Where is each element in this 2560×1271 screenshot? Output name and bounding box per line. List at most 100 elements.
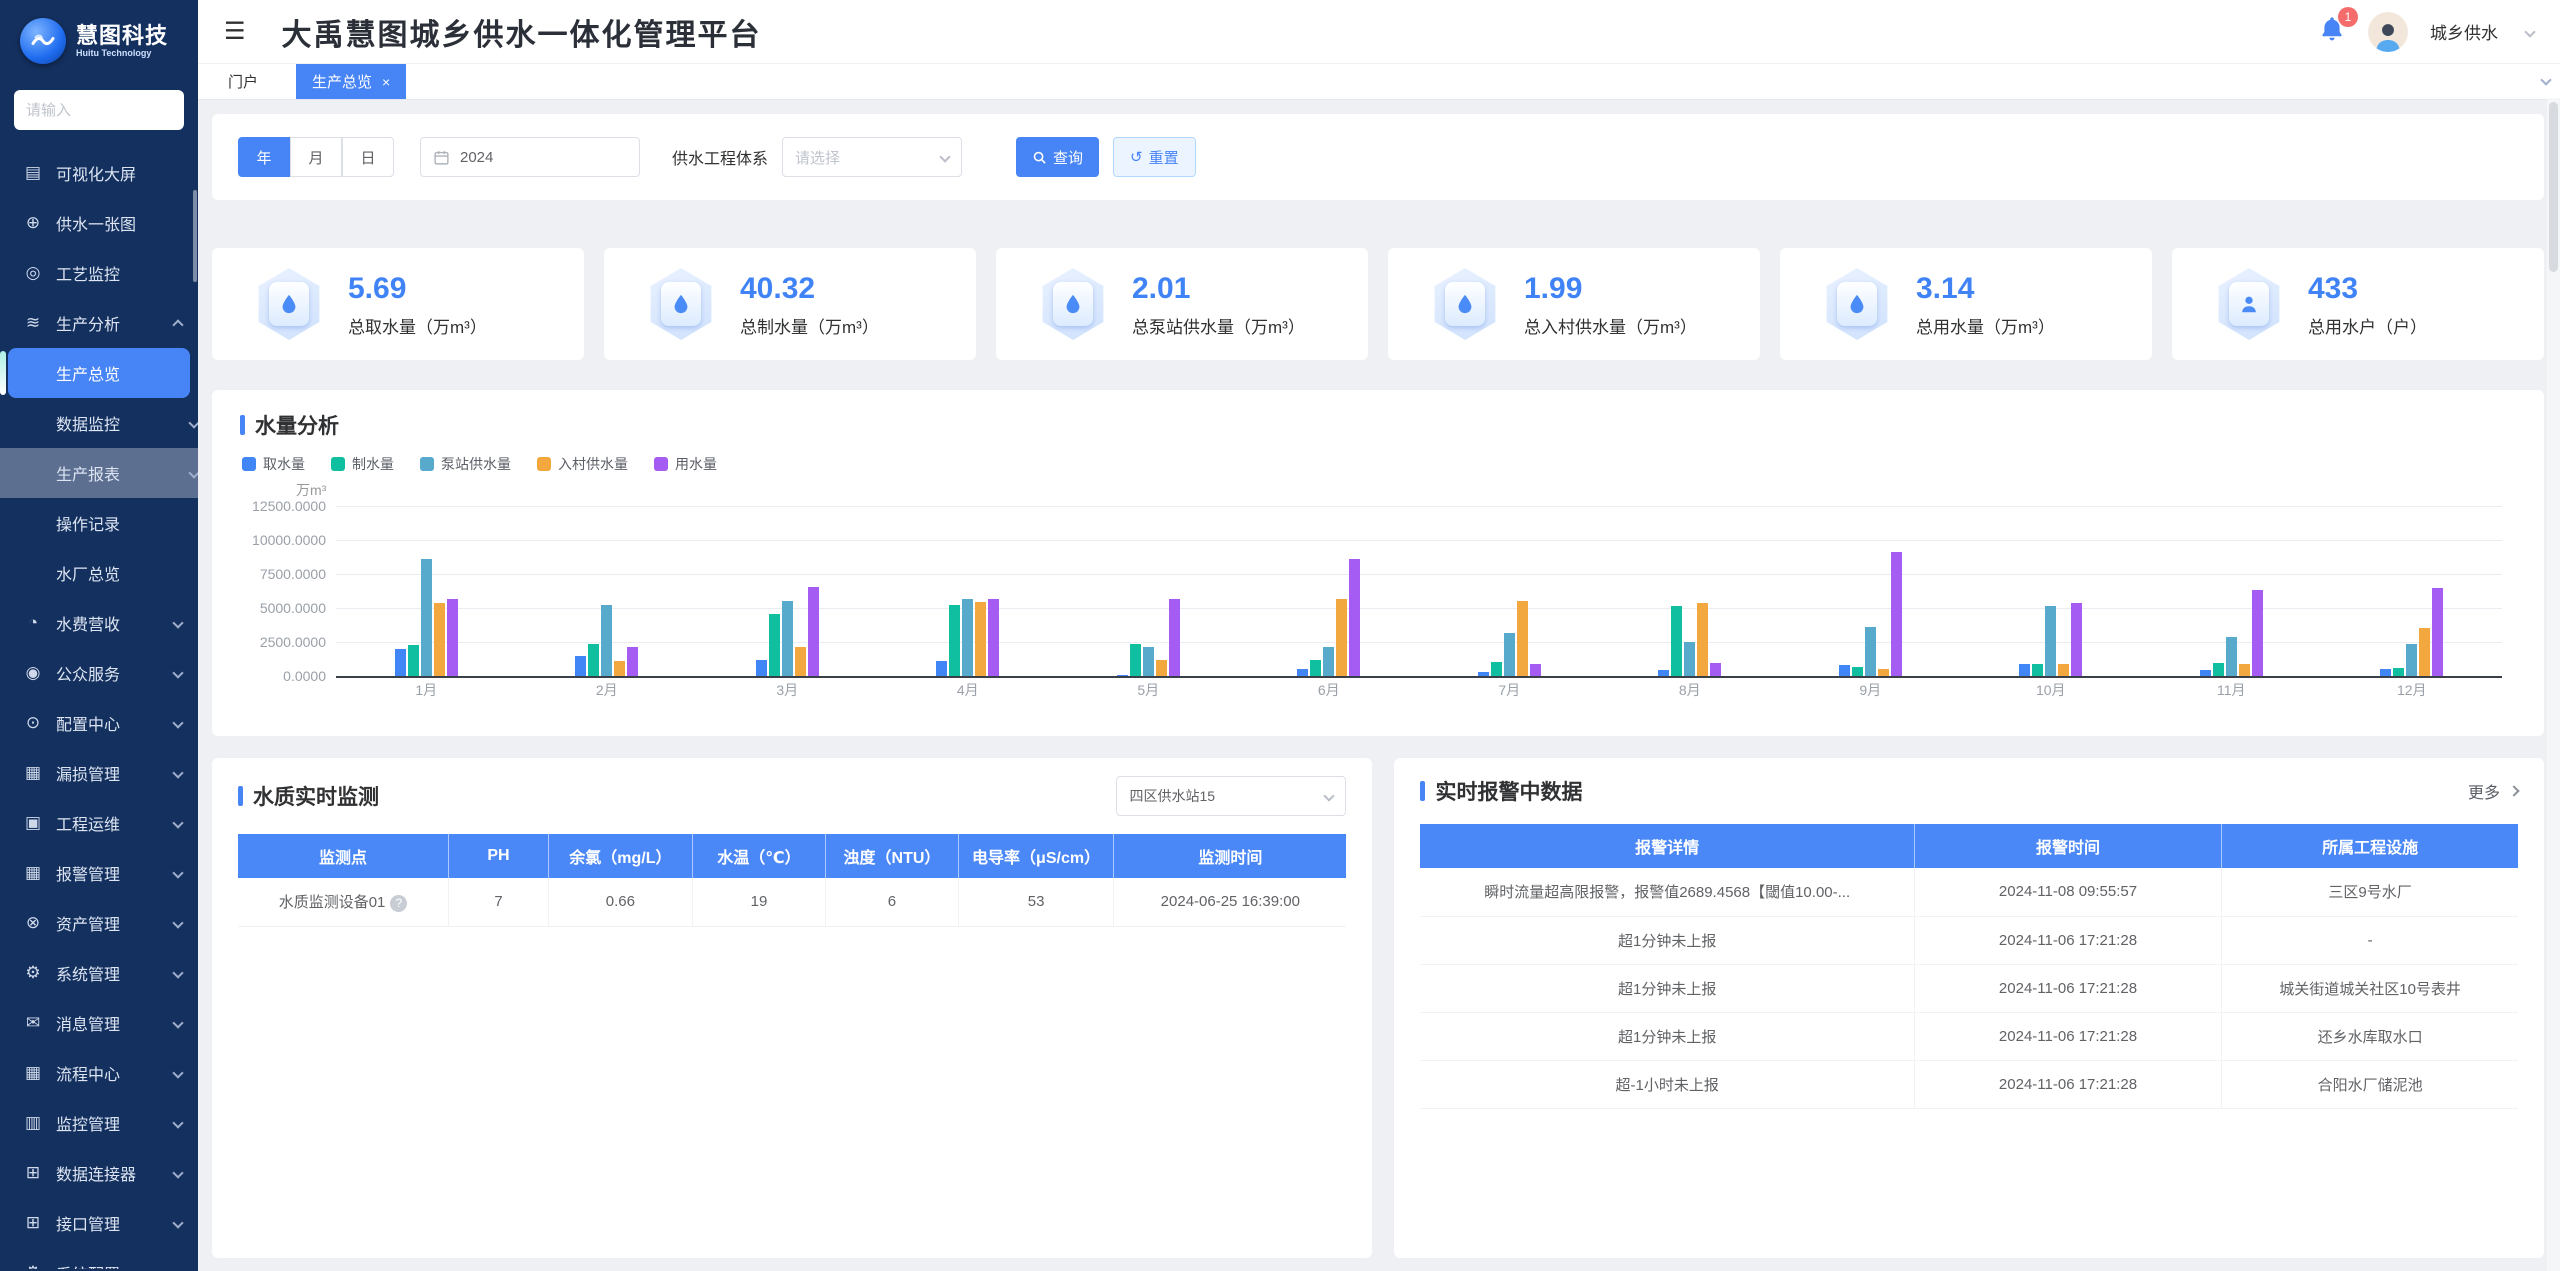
bar-泵站供水量[interactable] xyxy=(1865,627,1876,676)
bar-入村供水量[interactable] xyxy=(795,647,806,676)
bar-取水量[interactable] xyxy=(575,656,586,676)
bar-制水量[interactable] xyxy=(769,614,780,676)
bar-制水量[interactable] xyxy=(1130,644,1141,676)
sidebar-subitem-操作记录[interactable]: 操作记录 xyxy=(0,498,198,548)
sidebar-item-工程运维[interactable]: ▣工程运维 xyxy=(0,798,198,848)
bar-用水量[interactable] xyxy=(1710,663,1721,676)
reset-button[interactable]: ↺ 重置 xyxy=(1113,137,1196,177)
bar-用水量[interactable] xyxy=(1530,664,1541,677)
legend-item-入村供水量[interactable]: 入村供水量 xyxy=(537,454,628,474)
table-row[interactable]: 超1分钟未上报2024-11-06 17:21:28- xyxy=(1420,916,2518,964)
bar-用水量[interactable] xyxy=(2071,603,2082,676)
bar-用水量[interactable] xyxy=(1169,599,1180,676)
page-scrollbar[interactable] xyxy=(2547,98,2560,1271)
table-row[interactable]: 超1分钟未上报2024-11-06 17:21:28城关街道城关社区10号表井 xyxy=(1420,964,2518,1012)
sidebar-item-数据连接器[interactable]: ⊞数据连接器 xyxy=(0,1148,198,1198)
legend-item-制水量[interactable]: 制水量 xyxy=(331,454,394,474)
sidebar-item-资产管理[interactable]: ⊗资产管理 xyxy=(0,898,198,948)
legend-item-用水量[interactable]: 用水量 xyxy=(654,454,717,474)
bar-取水量[interactable] xyxy=(2380,669,2391,676)
help-icon[interactable]: ? xyxy=(390,895,407,912)
bar-制水量[interactable] xyxy=(1491,662,1502,676)
query-button[interactable]: 查询 xyxy=(1016,137,1099,177)
bar-制水量[interactable] xyxy=(408,645,419,676)
notification-bell-icon[interactable]: 1 xyxy=(2318,15,2346,48)
bar-制水量[interactable] xyxy=(949,605,960,676)
sidebar-item-配置中心[interactable]: ⊙配置中心 xyxy=(0,698,198,748)
page-scrollbar-thumb[interactable] xyxy=(2549,102,2558,272)
station-select[interactable]: 四区供水站15 xyxy=(1116,776,1346,816)
bar-泵站供水量[interactable] xyxy=(782,601,793,676)
bar-制水量[interactable] xyxy=(2032,664,2043,676)
legend-item-取水量[interactable]: 取水量 xyxy=(242,454,305,474)
bar-用水量[interactable] xyxy=(1349,559,1360,676)
bar-取水量[interactable] xyxy=(2019,664,2030,676)
bar-制水量[interactable] xyxy=(1310,660,1321,676)
bar-制水量[interactable] xyxy=(2393,668,2404,676)
bar-入村供水量[interactable] xyxy=(1697,603,1708,676)
user-name[interactable]: 城乡供水 xyxy=(2430,19,2498,44)
bar-入村供水量[interactable] xyxy=(2419,628,2430,676)
user-avatar[interactable] xyxy=(2368,12,2408,52)
sidebar-scrollbar-thumb[interactable] xyxy=(193,190,197,282)
bar-入村供水量[interactable] xyxy=(1878,669,1889,676)
sidebar-subitem-水厂总览[interactable]: 水厂总览 xyxy=(0,548,198,598)
sidebar-subitem-生产总览[interactable]: 生产总览 xyxy=(8,348,190,398)
sidebar-item-系统管理[interactable]: ⚙系统管理 xyxy=(0,948,198,998)
sidebar-item-生产分析[interactable]: ≋生产分析 xyxy=(0,298,198,348)
bar-取水量[interactable] xyxy=(1297,669,1308,676)
bar-取水量[interactable] xyxy=(1839,665,1850,676)
bar-取水量[interactable] xyxy=(1478,672,1489,676)
bar-制水量[interactable] xyxy=(588,644,599,676)
bar-泵站供水量[interactable] xyxy=(962,599,973,676)
sidebar-item-供水一张图[interactable]: ⊕供水一张图 xyxy=(0,198,198,248)
system-select[interactable]: 请选择 xyxy=(782,137,962,177)
bar-制水量[interactable] xyxy=(2213,663,2224,676)
bar-泵站供水量[interactable] xyxy=(1504,633,1515,676)
bar-入村供水量[interactable] xyxy=(1156,660,1167,676)
legend-item-泵站供水量[interactable]: 泵站供水量 xyxy=(420,454,511,474)
table-row[interactable]: 超-1小时未上报2024-11-06 17:21:28合阳水厂储泥池 xyxy=(1420,1060,2518,1108)
bar-用水量[interactable] xyxy=(627,647,638,676)
bar-泵站供水量[interactable] xyxy=(2406,644,2417,676)
sidebar-item-消息管理[interactable]: ✉消息管理 xyxy=(0,998,198,1048)
tab-生产总览[interactable]: 生产总览× xyxy=(296,64,406,99)
sidebar-item-报警管理[interactable]: ▦报警管理 xyxy=(0,848,198,898)
bar-制水量[interactable] xyxy=(1671,606,1682,676)
sidebar-item-水费营收[interactable]: ◔水费营收 xyxy=(0,598,198,648)
bar-入村供水量[interactable] xyxy=(614,661,625,676)
sidebar-item-系统配置[interactable]: ⚙系统配置 xyxy=(0,1248,198,1269)
bar-泵站供水量[interactable] xyxy=(1143,647,1154,676)
bar-用水量[interactable] xyxy=(447,599,458,676)
sidebar-item-漏损管理[interactable]: ▦漏损管理 xyxy=(0,748,198,798)
bar-入村供水量[interactable] xyxy=(1336,599,1347,676)
bar-制水量[interactable] xyxy=(1852,667,1863,676)
sidebar-subitem-生产报表[interactable]: 生产报表 xyxy=(0,448,198,498)
bar-入村供水量[interactable] xyxy=(2239,664,2250,676)
bar-入村供水量[interactable] xyxy=(2058,664,2069,676)
sidebar-item-接口管理[interactable]: ⊞接口管理 xyxy=(0,1198,198,1248)
table-row[interactable]: 超1分钟未上报2024-11-06 17:21:28还乡水库取水口 xyxy=(1420,1012,2518,1060)
bar-泵站供水量[interactable] xyxy=(421,559,432,676)
table-row[interactable]: 水质监测设备01?70.66196532024-06-25 16:39:00 xyxy=(238,878,1346,926)
tab-close-icon[interactable]: × xyxy=(382,74,390,90)
bar-用水量[interactable] xyxy=(1891,552,1902,676)
bar-用水量[interactable] xyxy=(808,587,819,676)
bar-泵站供水量[interactable] xyxy=(2045,606,2056,676)
bar-泵站供水量[interactable] xyxy=(601,605,612,676)
bar-用水量[interactable] xyxy=(2432,588,2443,676)
bar-取水量[interactable] xyxy=(1117,675,1128,676)
tabbar-chevron-down-icon[interactable] xyxy=(2540,74,2551,85)
sidebar-search-input[interactable] xyxy=(14,90,184,130)
period-button-月[interactable]: 月 xyxy=(290,137,342,177)
bar-取水量[interactable] xyxy=(395,649,406,676)
bar-泵站供水量[interactable] xyxy=(2226,637,2237,676)
sidebar-item-可视化大屏[interactable]: ▤可视化大屏 xyxy=(0,148,198,198)
bar-取水量[interactable] xyxy=(1658,670,1669,676)
bar-泵站供水量[interactable] xyxy=(1684,642,1695,676)
alarm-more-link[interactable]: 更多 xyxy=(2468,779,2518,803)
bar-入村供水量[interactable] xyxy=(434,603,445,676)
user-menu-chevron-down-icon[interactable] xyxy=(2524,26,2535,37)
sidebar-item-工艺监控[interactable]: ◎工艺监控 xyxy=(0,248,198,298)
sidebar-subitem-数据监控[interactable]: 数据监控 xyxy=(0,398,198,448)
